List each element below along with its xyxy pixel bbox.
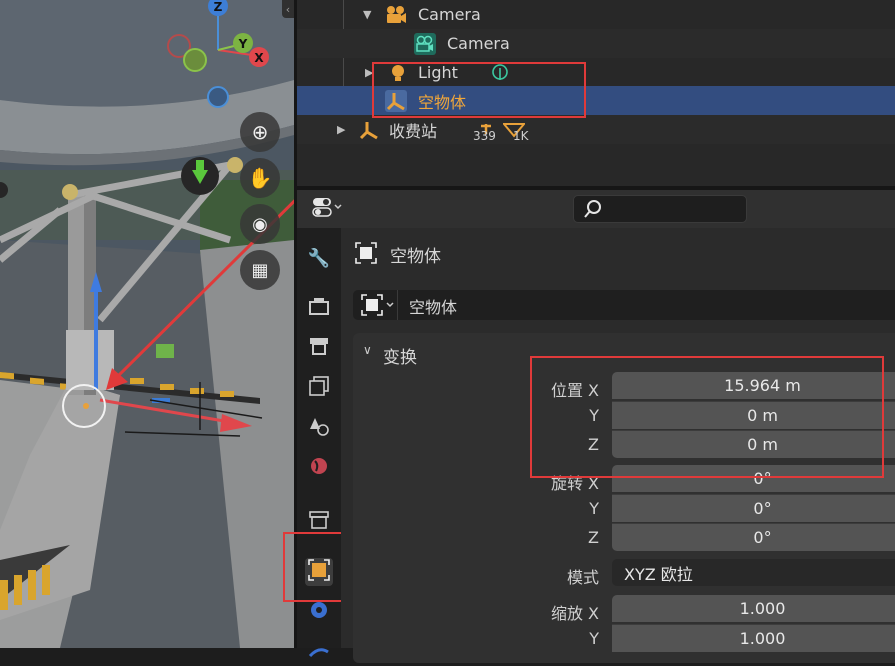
expand-caret-icon[interactable]: ▶ — [337, 123, 345, 136]
rotation-z-label: Z — [588, 528, 599, 547]
empty-axes-icon — [385, 89, 407, 112]
scene-icon — [308, 415, 330, 441]
gizmo-z-label: Z — [214, 0, 223, 14]
gizmo-y-label: Y — [238, 37, 248, 51]
rotation-y-label: Y — [589, 499, 599, 518]
scene-tab[interactable] — [305, 414, 333, 442]
object-icon — [355, 242, 377, 268]
rotation-x-label: 旋转 X — [550, 474, 599, 493]
outliner-panel: ▼ Camera Camera ▶ Light 空物体 ▶ 收费站 339 1K — [297, 0, 895, 186]
transform-section-title[interactable]: 变换 — [383, 343, 417, 368]
scale-x-field[interactable]: 1.000 — [612, 595, 895, 622]
world-icon — [308, 455, 330, 481]
outliner-item-label: 空物体 — [418, 92, 467, 112]
properties-editor-icon — [309, 195, 343, 223]
camera-icon: ◉ — [252, 213, 268, 235]
object-properties: 空物体 空物体 ∨ 变换 位置 X 15.964 m Y 0 m Z 0 m 旋… — [341, 228, 895, 663]
outliner-row-empty[interactable]: 空物体 — [297, 86, 895, 115]
grid-icon: ▦ — [251, 259, 269, 281]
camera-view-button[interactable]: ◉ — [240, 204, 280, 244]
location-x-field[interactable]: 15.964 m — [612, 372, 895, 399]
outliner-row-camera-object[interactable]: ▼ Camera — [297, 0, 895, 29]
tool-icon: 🔧 — [307, 247, 331, 269]
properties-tab-bar: 🔧 — [283, 228, 373, 657]
outliner-item-label: 收费站 — [389, 121, 438, 141]
constraints-tab[interactable] — [305, 638, 333, 666]
3d-viewport[interactable]: Z Y X ⊕ ✋ ◉ ▦ ‹ — [0, 0, 294, 648]
output-tab[interactable] — [305, 334, 333, 362]
scale-y-label: Y — [589, 629, 599, 648]
empty-axes-icon — [358, 119, 380, 141]
location-x-label: 位置 X — [550, 381, 599, 400]
light-data-icon — [489, 62, 511, 84]
transform-panel: ∨ 变换 位置 X 15.964 m Y 0 m Z 0 m 旋转 X 0° Y… — [353, 333, 895, 663]
collapse-sidebar-tab[interactable]: ‹ — [282, 0, 294, 18]
object-type-dropdown[interactable] — [361, 294, 399, 320]
chevron-left-icon: ‹ — [285, 2, 291, 16]
object-name-row: 空物体 — [353, 290, 895, 320]
physics-tab[interactable] — [305, 598, 333, 626]
gizmo-x-label: X — [254, 51, 264, 65]
tool-tab[interactable]: 🔧 — [305, 244, 333, 272]
zoom-icon: ⊕ — [251, 120, 269, 144]
camera-icon — [385, 4, 407, 26]
outliner-item-label: Light — [418, 63, 458, 82]
properties-header — [297, 190, 895, 228]
light-icon — [387, 62, 409, 84]
expand-caret-icon[interactable]: ▶ — [365, 66, 373, 79]
search-icon — [582, 198, 604, 224]
vertex-count: 339 — [473, 129, 496, 143]
chevron-down-icon[interactable]: ∨ — [363, 343, 372, 357]
outliner-row-light[interactable]: ▶ Light — [297, 58, 895, 87]
editor-type-button[interactable] — [309, 196, 353, 222]
object-tab[interactable] — [305, 558, 333, 586]
properties-search-input[interactable] — [573, 195, 747, 223]
location-y-label: Y — [589, 406, 599, 425]
viewport-scene: Z Y X — [0, 0, 294, 648]
outliner-item-label: Camera — [447, 34, 510, 53]
expand-caret-icon[interactable]: ▼ — [363, 8, 371, 21]
collection-tab[interactable] — [305, 508, 333, 536]
physics-icon — [308, 599, 330, 625]
box-icon — [308, 509, 330, 535]
rotation-mode-label: 模式 — [566, 568, 599, 587]
scale-x-label: 缩放 X — [550, 604, 599, 623]
object-name-field[interactable]: 空物体 — [409, 294, 457, 318]
camera-data-icon — [414, 32, 436, 55]
rotation-z-field[interactable]: 0° — [612, 523, 895, 551]
location-z-field[interactable]: 0 m — [612, 430, 895, 458]
rotation-mode-dropdown[interactable]: XYZ 欧拉 — [612, 559, 895, 586]
image-stack-icon — [308, 375, 330, 401]
rotation-y-field[interactable]: 0° — [612, 494, 895, 522]
hand-icon: ✋ — [247, 166, 273, 190]
zoom-view-button[interactable]: ⊕ — [240, 112, 280, 152]
location-z-label: Z — [588, 435, 599, 454]
outliner-item-label: Camera — [418, 5, 481, 24]
render-icon — [308, 296, 330, 320]
perspective-toggle-button[interactable]: ▦ — [240, 250, 280, 290]
rotation-x-field[interactable]: 0° — [612, 465, 895, 492]
pan-view-button[interactable]: ✋ — [240, 158, 280, 198]
view-layer-tab[interactable] — [305, 374, 333, 402]
properties-context-title: 空物体 — [390, 247, 441, 267]
face-count: 1K — [513, 129, 529, 143]
location-y-field[interactable]: 0 m — [612, 401, 895, 429]
outliner-row-camera-data[interactable]: Camera — [297, 29, 895, 58]
divider — [397, 290, 398, 320]
outliner-row-toll-station[interactable]: ▶ 收费站 339 1K — [297, 115, 895, 144]
world-tab[interactable] — [305, 454, 333, 482]
printer-icon — [308, 336, 330, 360]
render-tab[interactable] — [305, 294, 333, 322]
constraint-icon — [308, 643, 330, 662]
object-icon — [308, 559, 330, 585]
